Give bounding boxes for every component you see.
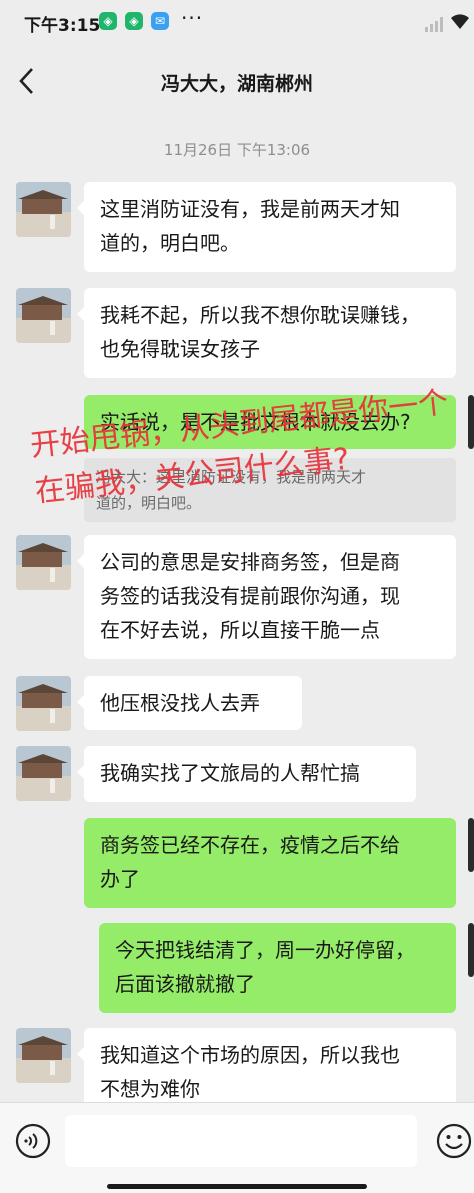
status-bar: 下午3:15 ◈ ◈ ✉ ···	[0, 0, 474, 44]
wifi-icon	[451, 14, 469, 29]
message-line: 我耗不起，所以我不想你耽误赚钱，	[100, 303, 420, 327]
home-indicator	[107, 1184, 367, 1189]
app-notification-icon: ✉	[151, 12, 169, 30]
contact-avatar[interactable]	[16, 1028, 71, 1083]
contact-avatar[interactable]	[16, 746, 71, 801]
shield-app-icon-2: ◈	[125, 12, 143, 30]
signal-icon	[425, 17, 443, 32]
message-line: 我知道这个市场的原因，所以我也	[100, 1043, 400, 1067]
message-line: 务签的话我没有提前跟你沟通，现	[100, 584, 400, 608]
contact-avatar[interactable]	[16, 676, 71, 731]
more-notifications-indicator: ···	[181, 6, 204, 30]
message-line: 道的，明白吧。	[100, 231, 240, 255]
contact-avatar[interactable]	[16, 288, 71, 343]
message-line: 今天把钱结清了，周一办好停留，	[115, 938, 415, 962]
message-timestamp: 11月26日 下午13:06	[163, 141, 311, 159]
message-line: 在不好去说，所以直接干脆一点	[100, 618, 380, 642]
message-bubble-incoming[interactable]: 这里消防证没有，我是前两天才知 道的，明白吧。	[77, 182, 456, 272]
contact-avatar[interactable]	[16, 535, 71, 590]
message-line: 后面该撤就撤了	[115, 972, 255, 996]
voice-icon[interactable]	[15, 1123, 51, 1159]
message-line: 他压根没找人去弄	[100, 691, 260, 715]
own-avatar-edge	[468, 818, 474, 872]
message-bubble-incoming[interactable]: 我确实找了文旅局的人帮忙搞	[77, 746, 416, 802]
message-line: 也免得耽误女孩子	[100, 337, 260, 361]
message-line: 我确实找了文旅局的人帮忙搞	[100, 761, 360, 785]
message-line: 不想为难你	[100, 1077, 200, 1101]
emoji-icon[interactable]	[436, 1123, 472, 1159]
input-bar	[0, 1102, 474, 1193]
message-input[interactable]	[65, 1115, 417, 1167]
message-bubble-incoming[interactable]: 他压根没找人去弄	[77, 676, 302, 730]
message-line: 办了	[100, 867, 140, 891]
status-time: 下午3:15	[24, 16, 101, 36]
message-bubble-incoming[interactable]: 公司的意思是安排商务签，但是商 务签的话我没有提前跟你沟通，现 在不好去说，所以…	[77, 535, 456, 659]
shield-app-icon: ◈	[99, 12, 117, 30]
chat-title: 冯大大，湖南郴州	[160, 73, 313, 95]
message-bubble-outgoing[interactable]: 商务签已经不存在，疫情之后不给 办了	[84, 818, 456, 908]
message-line: 商务签已经不存在，疫情之后不给	[100, 833, 400, 857]
message-bubble-outgoing[interactable]: 今天把钱结清了，周一办好停留， 后面该撤就撤了	[99, 923, 456, 1013]
message-line: 这里消防证没有，我是前两天才知	[100, 197, 400, 221]
message-bubble-incoming[interactable]: 我耗不起，所以我不想你耽误赚钱， 也免得耽误女孩子	[77, 288, 456, 378]
chat-header: 冯大大，湖南郴州	[0, 44, 474, 120]
contact-avatar[interactable]	[16, 182, 71, 237]
message-line: 公司的意思是安排商务签，但是商	[100, 550, 400, 574]
own-avatar-edge	[468, 923, 474, 977]
